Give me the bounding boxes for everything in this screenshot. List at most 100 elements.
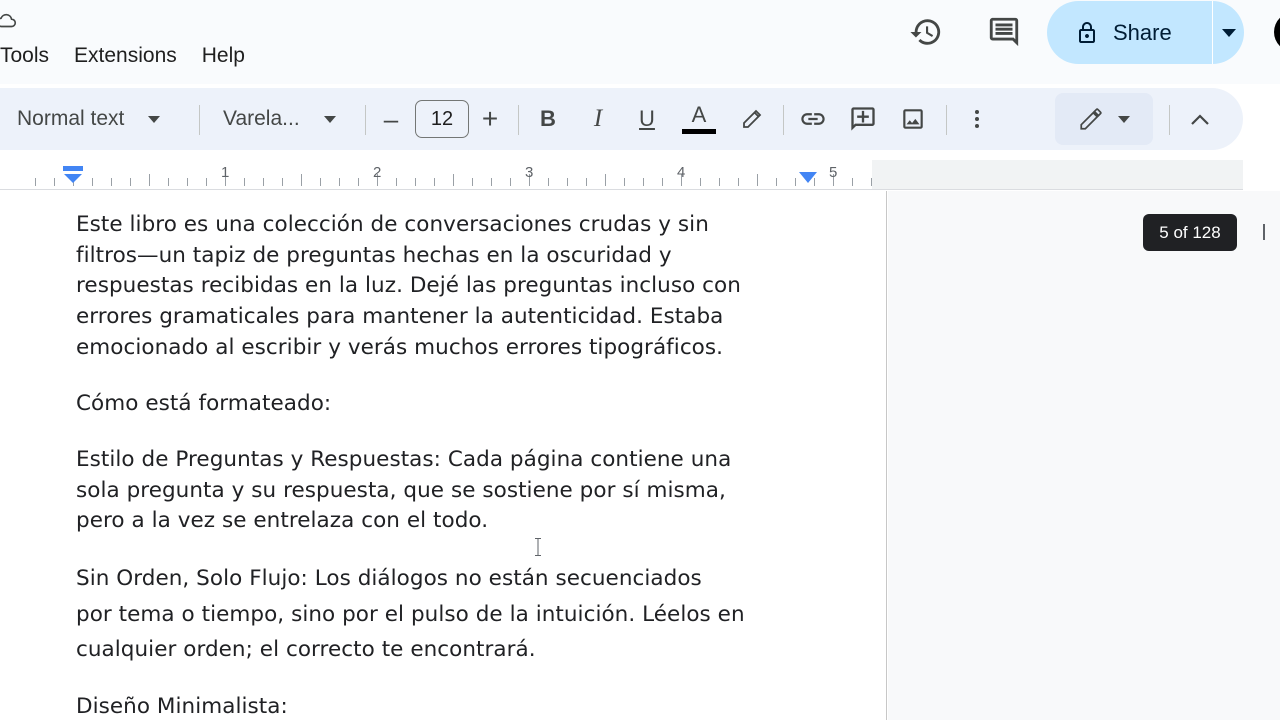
toolbar-divider	[783, 105, 784, 135]
text-cursor-icon	[535, 538, 541, 556]
highlight-color-button[interactable]	[736, 88, 768, 150]
scrollbar-thumb[interactable]	[1263, 224, 1265, 240]
caret-down-icon	[323, 115, 336, 123]
ruler-tick	[605, 174, 606, 186]
ruler-tick	[434, 178, 435, 186]
insert-comment-button[interactable]	[847, 88, 879, 150]
ruler-tick	[472, 178, 473, 186]
ruler-tick	[130, 178, 131, 186]
menu-tools[interactable]: Tools	[0, 44, 49, 68]
ruler-tick	[871, 178, 872, 186]
toolbar-divider	[199, 105, 200, 135]
text-line: cualquier orden; el correcto te encontra…	[76, 637, 536, 662]
header: Tools Extensions Help Share	[0, 0, 1280, 84]
underline-button[interactable]: U	[632, 88, 662, 150]
menu-extensions[interactable]: Extensions	[74, 44, 177, 68]
add-comment-icon	[851, 107, 875, 131]
ruler-tick	[35, 178, 36, 186]
ruler-tick	[320, 178, 321, 186]
caret-down-icon	[1221, 28, 1236, 37]
hide-menus-button[interactable]	[1184, 88, 1216, 150]
insert-link-button[interactable]	[797, 88, 829, 150]
comments-button[interactable]	[986, 14, 1022, 50]
right-indent-marker[interactable]	[798, 172, 818, 184]
ruler-tick	[168, 178, 169, 186]
text-line: Diseño Minimalista:	[76, 694, 288, 719]
ruler-tick	[187, 178, 188, 186]
version-history-button[interactable]	[908, 14, 944, 50]
paragraph-style-select[interactable]: Normal text	[12, 88, 182, 150]
ruler-tick	[852, 178, 853, 186]
decrease-font-size-button[interactable]: –	[375, 88, 407, 150]
ruler-number: 5	[829, 164, 838, 181]
share-button[interactable]: Share	[1047, 1, 1212, 64]
ruler-tick	[757, 174, 758, 186]
share-label: Share	[1113, 19, 1172, 45]
page-indicator: 5 of 128	[1143, 214, 1237, 251]
ruler-tick	[719, 178, 720, 186]
ruler-tick	[491, 178, 492, 186]
ruler-tick	[453, 174, 454, 186]
lock-icon	[1079, 21, 1095, 43]
caret-down-icon	[148, 115, 161, 123]
text-line: Cómo está formateado:	[76, 391, 332, 416]
ruler-number: 2	[373, 164, 382, 181]
more-options-button[interactable]	[962, 88, 992, 150]
text-line: por tema o tiempo, sino por el pulso de …	[76, 601, 745, 627]
underline-icon: U	[639, 106, 655, 131]
font-family-value: Varela...	[223, 107, 300, 130]
minus-icon: –	[383, 103, 399, 134]
menu-bar: Tools Extensions Help	[0, 44, 270, 68]
chevron-up-icon	[1191, 114, 1209, 125]
ruler-tick	[396, 178, 397, 186]
ruler-number: 4	[677, 164, 686, 181]
text-color-button[interactable]: A	[680, 88, 718, 150]
paragraph-style-value: Normal text	[17, 107, 125, 130]
toolbar-divider	[518, 105, 519, 135]
ruler-tick	[662, 178, 663, 186]
ruler-tick	[738, 178, 739, 186]
bold-button[interactable]: B	[533, 88, 563, 150]
paragraph-no-order[interactable]: Sin Orden, Solo Flujo: Los diálogos no e…	[76, 561, 745, 668]
caret-down-icon	[1118, 115, 1130, 123]
ruler-tick	[54, 178, 55, 186]
paragraph-intro[interactable]: Este libro es una colección de conversac…	[76, 210, 741, 363]
ruler-tick	[358, 178, 359, 186]
ruler-tick	[92, 178, 93, 186]
ruler-number: 3	[525, 164, 534, 181]
link-icon	[801, 113, 825, 125]
ruler-tick	[244, 178, 245, 186]
share-button-group: Share	[1047, 1, 1244, 64]
menu-help[interactable]: Help	[202, 44, 245, 68]
ruler-tick	[643, 178, 644, 186]
font-family-select[interactable]: Varela...	[218, 88, 348, 150]
ruler-tick	[301, 174, 302, 186]
document-canvas-margin	[888, 191, 1280, 720]
italic-button[interactable]: I	[583, 88, 613, 150]
ruler-margin-area	[872, 160, 1243, 189]
avatar[interactable]	[1274, 12, 1280, 52]
font-size-input[interactable]: 12	[415, 100, 469, 138]
ruler-tick	[700, 178, 701, 186]
paragraph-qa-style[interactable]: Estilo de Preguntas y Respuestas: Cada p…	[76, 445, 731, 537]
toolbar-divider	[365, 105, 366, 135]
text-line: Sin Orden, Solo Flujo: Los diálogos no e…	[76, 566, 702, 591]
ruler-tick	[624, 178, 625, 186]
text-line: filtros—un tapiz de preguntas hechas en …	[76, 242, 672, 268]
increase-font-size-button[interactable]: +	[473, 88, 507, 150]
text-line: errores gramaticales para mantener la au…	[76, 304, 724, 330]
ruler-tick	[415, 178, 416, 186]
text-line: pero a la vez se entrelaza con el todo.	[76, 508, 489, 534]
heading-minimal-design[interactable]: Diseño Minimalista:	[76, 692, 288, 720]
ruler-number: 1	[221, 164, 230, 181]
cloud-icon[interactable]	[0, 10, 18, 32]
horizontal-ruler[interactable]: 1 2 3 4 5	[0, 160, 1243, 190]
heading-formatting[interactable]: Cómo está formateado:	[76, 389, 331, 420]
insert-image-button[interactable]	[897, 88, 929, 150]
editing-mode-select[interactable]	[1055, 93, 1153, 145]
share-dropdown-button[interactable]	[1213, 1, 1244, 64]
text-line: sola pregunta y su respuesta, que se sos…	[76, 477, 726, 503]
pencil-icon	[1080, 108, 1102, 130]
left-indent-marker[interactable]	[63, 166, 83, 186]
ruler-tick	[510, 178, 511, 186]
